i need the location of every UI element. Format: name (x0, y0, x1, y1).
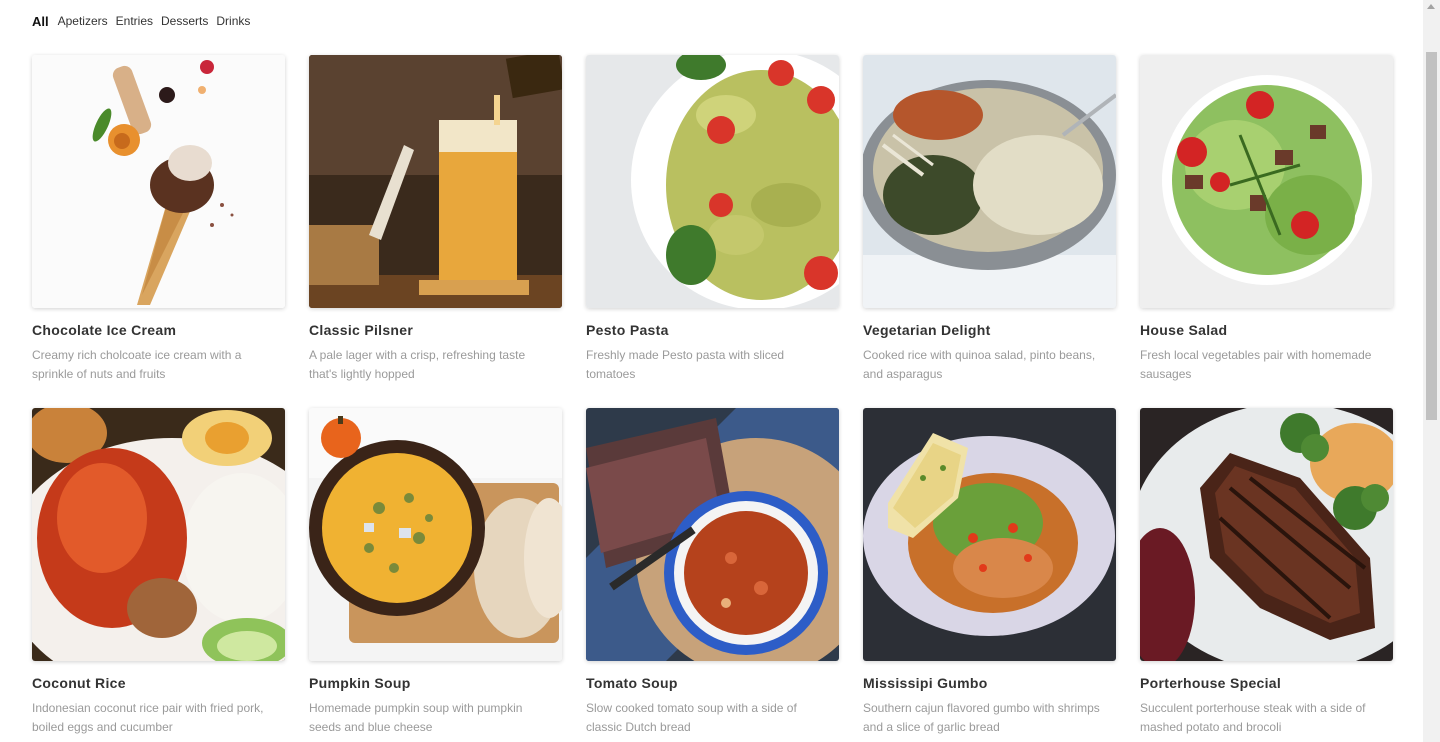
vegetarian-pan-image (863, 55, 1116, 308)
menu-item-description: Succulent porterhouse steak with a side … (1140, 701, 1366, 734)
tomato-soup-bowl-image (586, 408, 839, 661)
menu-item-description: Freshly made Pesto pasta with sliced tom… (586, 348, 785, 381)
menu-item-title: Pesto Pasta (586, 322, 669, 338)
category-filter-bar: All Apetizers Entries Desserts Drinks (32, 13, 258, 30)
vertical-scrollbar[interactable] (1423, 0, 1440, 742)
menu-item-title: Porterhouse Special (1140, 675, 1282, 691)
menu-grid: Chocolate Ice Cream Creamy rich cholcoat… (32, 55, 1393, 742)
menu-item-title: Vegetarian Delight (863, 322, 991, 338)
menu-item-title: Mississipi Gumbo (863, 675, 988, 691)
menu-item-title: Pumpkin Soup (309, 675, 411, 691)
ice-cream-cone-image (32, 55, 285, 308)
filter-entries[interactable]: Entries (116, 13, 153, 30)
scroll-up-arrow-icon[interactable] (1427, 4, 1435, 9)
gumbo-plate-image (863, 408, 1116, 661)
menu-item-title: Tomato Soup (586, 675, 678, 691)
menu-item-description: A pale lager with a crisp, refreshing ta… (309, 348, 526, 381)
filter-apetizers[interactable]: Apetizers (58, 13, 108, 30)
menu-card[interactable]: Coconut Rice Indonesian coconut rice pai… (32, 408, 285, 742)
menu-card[interactable]: Tomato Soup Slow cooked tomato soup with… (586, 408, 839, 742)
salad-bowl-image (1140, 55, 1393, 308)
menu-card[interactable]: Vegetarian Delight Cooked rice with quin… (863, 55, 1116, 408)
pumpkin-soup-bowl-image (309, 408, 562, 661)
menu-item-title: House Salad (1140, 322, 1228, 338)
menu-item-description: Homemade pumpkin soup with pumpkin seeds… (309, 701, 523, 734)
menu-card[interactable]: Pumpkin Soup Homemade pumpkin soup with … (309, 408, 562, 742)
steak-plate-image (1140, 408, 1393, 661)
pesto-pasta-plate-image (586, 55, 839, 308)
menu-card[interactable]: Classic Pilsner A pale lager with a cris… (309, 55, 562, 408)
menu-item-description: Cooked rice with quinoa salad, pinto bea… (863, 348, 1096, 381)
menu-item-title: Classic Pilsner (309, 322, 414, 338)
scrollbar-thumb[interactable] (1426, 52, 1437, 420)
menu-item-title: Coconut Rice (32, 675, 126, 691)
menu-item-description: Fresh local vegetables pair with homemad… (1140, 348, 1372, 381)
filter-all[interactable]: All (32, 13, 49, 30)
menu-item-description: Indonesian coconut rice pair with fried … (32, 701, 264, 734)
menu-card[interactable]: Pesto Pasta Freshly made Pesto pasta wit… (586, 55, 839, 408)
menu-item-title: Chocolate Ice Cream (32, 322, 177, 338)
menu-item-description: Southern cajun flavored gumbo with shrim… (863, 701, 1100, 734)
menu-item-description: Slow cooked tomato soup with a side of c… (586, 701, 797, 734)
filter-drinks[interactable]: Drinks (216, 13, 250, 30)
menu-item-description: Creamy rich cholcoate ice cream with a s… (32, 348, 242, 381)
menu-card[interactable]: Porterhouse Special Succulent porterhous… (1140, 408, 1393, 742)
menu-card[interactable]: House Salad Fresh local vegetables pair … (1140, 55, 1393, 408)
filter-desserts[interactable]: Desserts (161, 13, 208, 30)
beer-glass-image (309, 55, 562, 308)
coconut-rice-plate-image (32, 408, 285, 661)
menu-card[interactable]: Mississipi Gumbo Southern cajun flavored… (863, 408, 1116, 742)
menu-card[interactable]: Chocolate Ice Cream Creamy rich cholcoat… (32, 55, 285, 408)
